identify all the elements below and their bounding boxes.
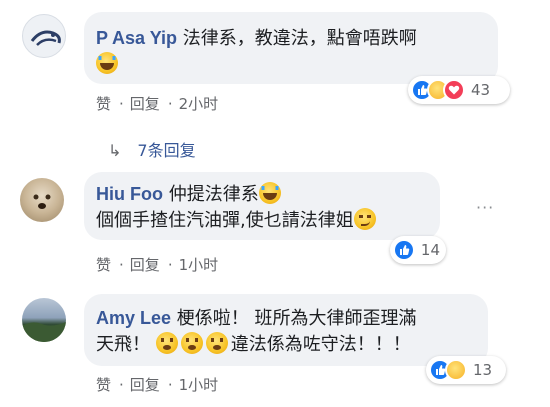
view-replies-link[interactable]: ↳ 7条回复 xyxy=(108,137,196,161)
landscape-photo xyxy=(22,322,66,342)
avatar-logo xyxy=(30,30,61,46)
separator-dot: · xyxy=(119,376,124,394)
separator-dot: · xyxy=(167,256,173,274)
reaction-summary[interactable]: 43 xyxy=(408,76,510,104)
avatar[interactable] xyxy=(20,178,64,222)
comment-author[interactable]: Hiu Foo xyxy=(96,184,163,204)
laughing-emoji-icon xyxy=(258,182,281,204)
haha-icon xyxy=(445,359,467,381)
comment-line: 個個手揸住汽油彈,使乜請法律姐 xyxy=(96,208,379,233)
reply-button[interactable]: 回复 xyxy=(130,376,160,394)
laughing-emoji-icon xyxy=(96,52,118,74)
smirking-emoji-icon xyxy=(353,208,376,230)
comment-actions: 赞 · 回复 · 1小时 xyxy=(96,254,220,275)
comment-line: P Asa Yip 法律系，教違法，點會唔跌啊 xyxy=(96,26,417,51)
comment-text: 違法係為咗守法！！！ xyxy=(230,334,411,355)
comment-author[interactable]: Amy Lee xyxy=(96,308,171,328)
reaction-summary[interactable]: 13 xyxy=(426,356,506,384)
flushed-emoji-icon xyxy=(205,332,228,354)
comment-line: Amy Lee 梗係啦！ 班所為大律師歪理滿 xyxy=(96,306,417,331)
timestamp[interactable]: 2小时 xyxy=(179,95,219,113)
comment-text: 天飛！ xyxy=(96,334,150,355)
like-icon xyxy=(393,239,415,261)
reaction-summary[interactable]: 14 xyxy=(390,236,446,264)
reply-arrow-icon: ↳ xyxy=(108,141,122,160)
flushed-emoji-icon xyxy=(180,332,203,354)
like-button[interactable]: 赞 xyxy=(96,256,111,274)
flushed-emoji-icon xyxy=(155,332,178,354)
reaction-count: 43 xyxy=(471,81,491,99)
more-options-icon[interactable]: ··· xyxy=(476,198,494,217)
separator-dot: · xyxy=(119,256,124,274)
dog-photo xyxy=(33,194,51,209)
comment-line: 天飛！ 違法係為咗守法！！！ xyxy=(96,332,411,357)
comment-text: 法律系，教違法，點會唔跌啊 xyxy=(182,28,417,49)
timestamp[interactable]: 1小时 xyxy=(179,256,219,274)
separator-dot: · xyxy=(167,95,173,113)
comment-line xyxy=(96,52,121,77)
separator-dot: · xyxy=(167,376,173,394)
comment-text: 梗係啦！ 班所為大律師歪理滿 xyxy=(176,308,417,329)
reaction-count: 13 xyxy=(473,361,493,379)
comment-actions: 赞 · 回复 · 2小时 xyxy=(96,93,220,114)
reaction-count: 14 xyxy=(420,241,440,259)
like-button[interactable]: 赞 xyxy=(96,376,111,394)
comment-text: 個個手揸住汽油彈,使乜請法律姐 xyxy=(96,210,354,231)
reply-button[interactable]: 回复 xyxy=(130,256,160,274)
comment-author[interactable]: P Asa Yip xyxy=(96,28,177,48)
love-icon xyxy=(443,79,465,101)
comment-line: Hiu Foo 仲提法律系 xyxy=(96,182,284,207)
avatar[interactable] xyxy=(22,14,66,58)
comment-actions: 赞 · 回复 · 1小时 xyxy=(96,374,220,395)
timestamp[interactable]: 1小时 xyxy=(179,376,219,394)
reply-button[interactable]: 回复 xyxy=(130,95,160,113)
separator-dot: · xyxy=(119,95,124,113)
like-button[interactable]: 赞 xyxy=(96,95,111,113)
avatar[interactable] xyxy=(22,298,66,342)
comment-text: 仲提法律系 xyxy=(168,184,259,205)
